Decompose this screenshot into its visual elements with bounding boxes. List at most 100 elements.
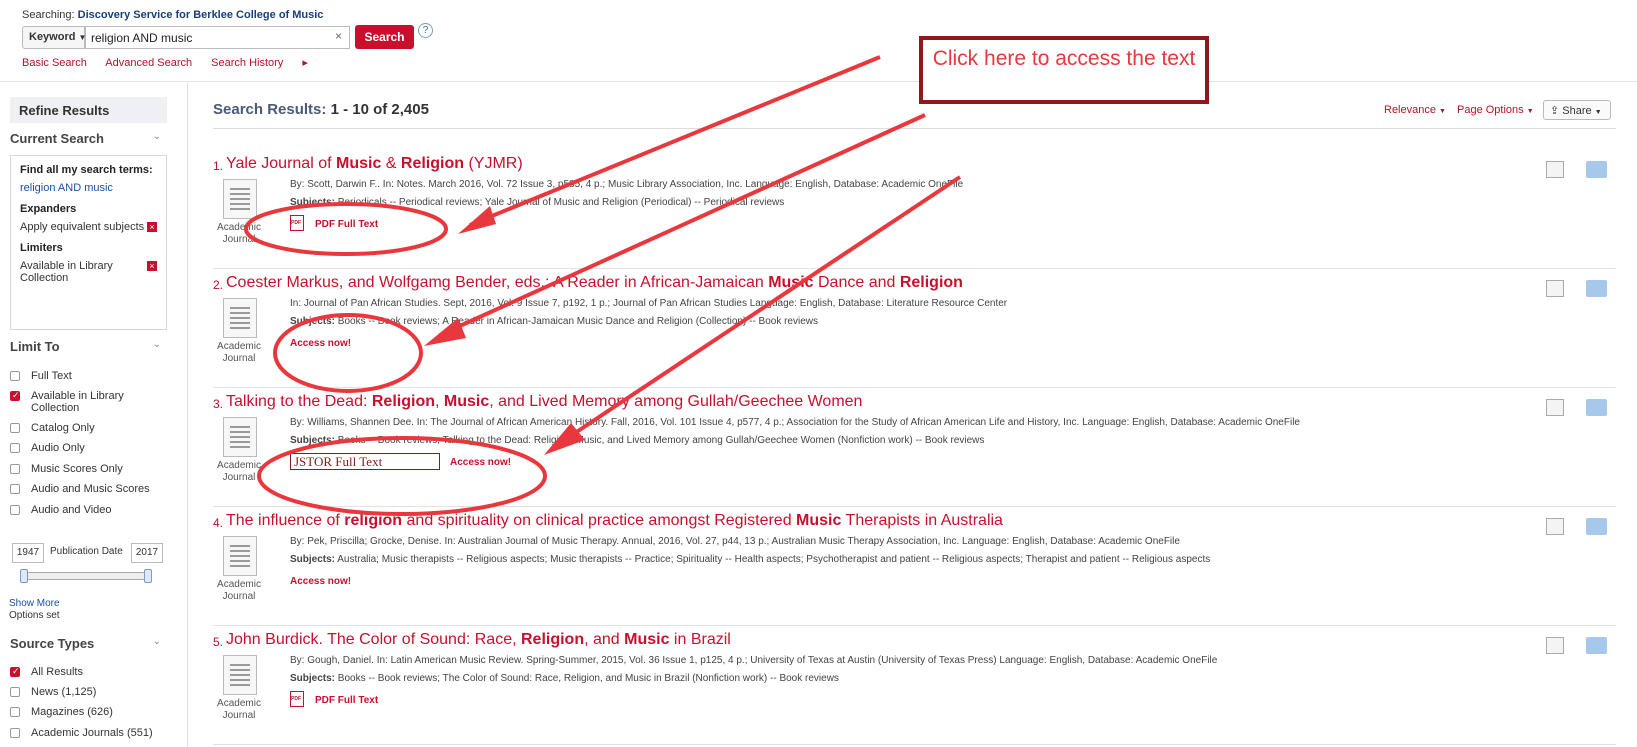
checkbox[interactable] <box>10 423 20 433</box>
checkbox[interactable] <box>10 687 20 697</box>
search-input[interactable] <box>85 26 350 49</box>
result-title[interactable]: Yale Journal of Music & Religion (YJMR) <box>226 155 523 173</box>
result-item: 4. The influence of religion and spiritu… <box>213 508 1616 626</box>
source-types-head[interactable]: Source Types ⌄ <box>10 636 167 651</box>
advanced-search-link[interactable]: Advanced Search <box>105 57 192 69</box>
checkbox[interactable] <box>10 505 20 515</box>
result-actions <box>1546 280 1616 298</box>
result-item: 1. Yale Journal of Music & Religion (YJM… <box>213 151 1616 269</box>
limit-to-head[interactable]: Limit To ⌄ <box>10 339 167 354</box>
preview-icon[interactable] <box>1546 161 1564 178</box>
chevron-down-icon: ⌄ <box>152 131 161 142</box>
results-range: 1 - 10 of 2,405 <box>330 101 429 118</box>
checkbox[interactable] <box>10 484 20 494</box>
clear-icon[interactable]: × <box>335 29 342 43</box>
limiters-label: Limiters <box>20 242 63 254</box>
search-button[interactable]: Search <box>355 25 414 49</box>
preview-icon[interactable] <box>1546 518 1564 535</box>
field-select[interactable]: Keyword ▼ <box>22 26 86 49</box>
limit-label: Available in Library Collection <box>31 390 124 414</box>
document-icon[interactable] <box>223 655 257 695</box>
checkbox[interactable] <box>10 707 20 717</box>
add-to-folder-icon[interactable] <box>1586 280 1607 297</box>
result-title[interactable]: Talking to the Dead: Religion, Music, an… <box>226 393 862 411</box>
remove-expander-icon[interactable]: × <box>147 222 157 232</box>
result-number: 5. <box>213 635 224 649</box>
refine-title: Refine Results <box>10 97 167 123</box>
document-icon[interactable] <box>223 536 257 576</box>
preview-icon[interactable] <box>1546 280 1564 297</box>
add-to-folder-icon[interactable] <box>1586 399 1607 416</box>
limit-label: Audio and Video <box>31 504 112 516</box>
share-icon: ⇪ <box>1550 105 1560 117</box>
title-highlight: Religion <box>371 393 435 410</box>
result-actions <box>1546 637 1616 655</box>
preview-icon[interactable] <box>1546 637 1564 654</box>
expander-row: Apply equivalent subjects × <box>20 221 157 233</box>
title-text: , and Lived Memory among Gullah/Geechee … <box>489 393 863 410</box>
basic-search-link[interactable]: Basic Search <box>22 57 87 69</box>
title-text: Coester Markus, and Wolfgamg Bender, eds… <box>226 274 769 291</box>
preview-icon[interactable] <box>1546 399 1564 416</box>
relevance-dropdown[interactable]: Relevance ▼ <box>1384 104 1446 116</box>
access-now-link[interactable]: Access now! <box>450 457 511 468</box>
result-actions <box>1546 399 1616 417</box>
title-highlight: religion <box>344 512 403 529</box>
page-options-label: Page Options <box>1457 104 1524 116</box>
pdf-icon[interactable] <box>290 691 304 707</box>
date-slider-handle-max[interactable] <box>144 569 152 583</box>
search-header: Searching: Discovery Service for Berklee… <box>0 0 1637 82</box>
searching-target[interactable]: Discovery Service for Berklee College of… <box>78 9 324 21</box>
add-to-folder-icon[interactable] <box>1586 518 1607 535</box>
search-history-link[interactable]: Search History ▸ <box>211 57 308 69</box>
result-meta: In: Journal of Pan African Studies. Sept… <box>290 298 1008 309</box>
find-all-value[interactable]: religion AND music <box>20 182 157 194</box>
checkbox[interactable] <box>10 443 20 453</box>
checkbox[interactable] <box>10 464 20 474</box>
chevron-down-icon: ⌄ <box>152 339 161 350</box>
result-number: 3. <box>213 397 224 411</box>
result-number: 2. <box>213 278 224 292</box>
result-type: Academic Journal <box>217 222 261 245</box>
checkbox-checked[interactable] <box>10 390 20 401</box>
add-to-folder-icon[interactable] <box>1586 637 1607 654</box>
searching-prefix: Searching: <box>22 9 75 21</box>
result-title[interactable]: The influence of religion and spirituali… <box>226 512 1003 530</box>
result-subjects: Subjects: Books -- Book reviews; A Reade… <box>290 316 818 327</box>
add-to-folder-icon[interactable] <box>1586 161 1607 178</box>
pdf-full-text-link[interactable]: PDF Full Text <box>315 219 378 230</box>
subjects-text: Books -- Book reviews; A Reader in Afric… <box>337 316 818 327</box>
date-slider-track[interactable] <box>23 572 149 580</box>
date-slider-handle-min[interactable] <box>20 569 28 583</box>
pdf-full-text-link[interactable]: PDF Full Text <box>315 695 378 706</box>
document-icon[interactable] <box>223 417 257 457</box>
page-options-dropdown[interactable]: Page Options ▼ <box>1457 104 1534 116</box>
help-icon[interactable]: ? <box>418 23 433 38</box>
results-label: Search Results: <box>213 101 327 118</box>
result-item: 3. Talking to the Dead: Religion, Music,… <box>213 389 1616 507</box>
date-to-input[interactable]: 2017 <box>131 543 163 563</box>
current-search-head[interactable]: Current Search ⌄ <box>10 131 167 146</box>
search-links: Basic Search Advanced Search Search Hist… <box>22 56 324 69</box>
result-title[interactable]: Coester Markus, and Wolfgamg Bender, eds… <box>226 274 963 292</box>
chevron-down-icon: ▼ <box>1439 108 1446 115</box>
jstor-full-text-link[interactable]: JSTOR Full Text <box>290 453 440 470</box>
access-now-link[interactable]: Access now! <box>290 338 351 349</box>
date-from-input[interactable]: 1947 <box>12 543 44 563</box>
document-icon[interactable] <box>223 179 257 219</box>
pdf-icon[interactable] <box>290 215 304 231</box>
checkbox-checked[interactable] <box>10 666 20 677</box>
show-more-link[interactable]: Show More <box>9 598 60 609</box>
title-text: Therapists in Australia <box>841 512 1003 529</box>
access-now-link[interactable]: Access now! <box>290 576 351 587</box>
remove-limiter-icon[interactable]: × <box>147 261 157 271</box>
checkbox[interactable] <box>10 371 20 381</box>
share-button[interactable]: ⇪ Share ▼ <box>1543 100 1611 120</box>
source-label: All Results <box>31 666 83 678</box>
find-all-label: Find all my search terms: <box>20 164 153 176</box>
document-icon[interactable] <box>223 298 257 338</box>
result-meta: By: Gough, Daniel. In: Latin American Mu… <box>290 655 1218 666</box>
checkbox[interactable] <box>10 728 20 738</box>
title-text: in Brazil <box>669 631 731 648</box>
result-title[interactable]: John Burdick. The Color of Sound: Race, … <box>226 631 731 649</box>
